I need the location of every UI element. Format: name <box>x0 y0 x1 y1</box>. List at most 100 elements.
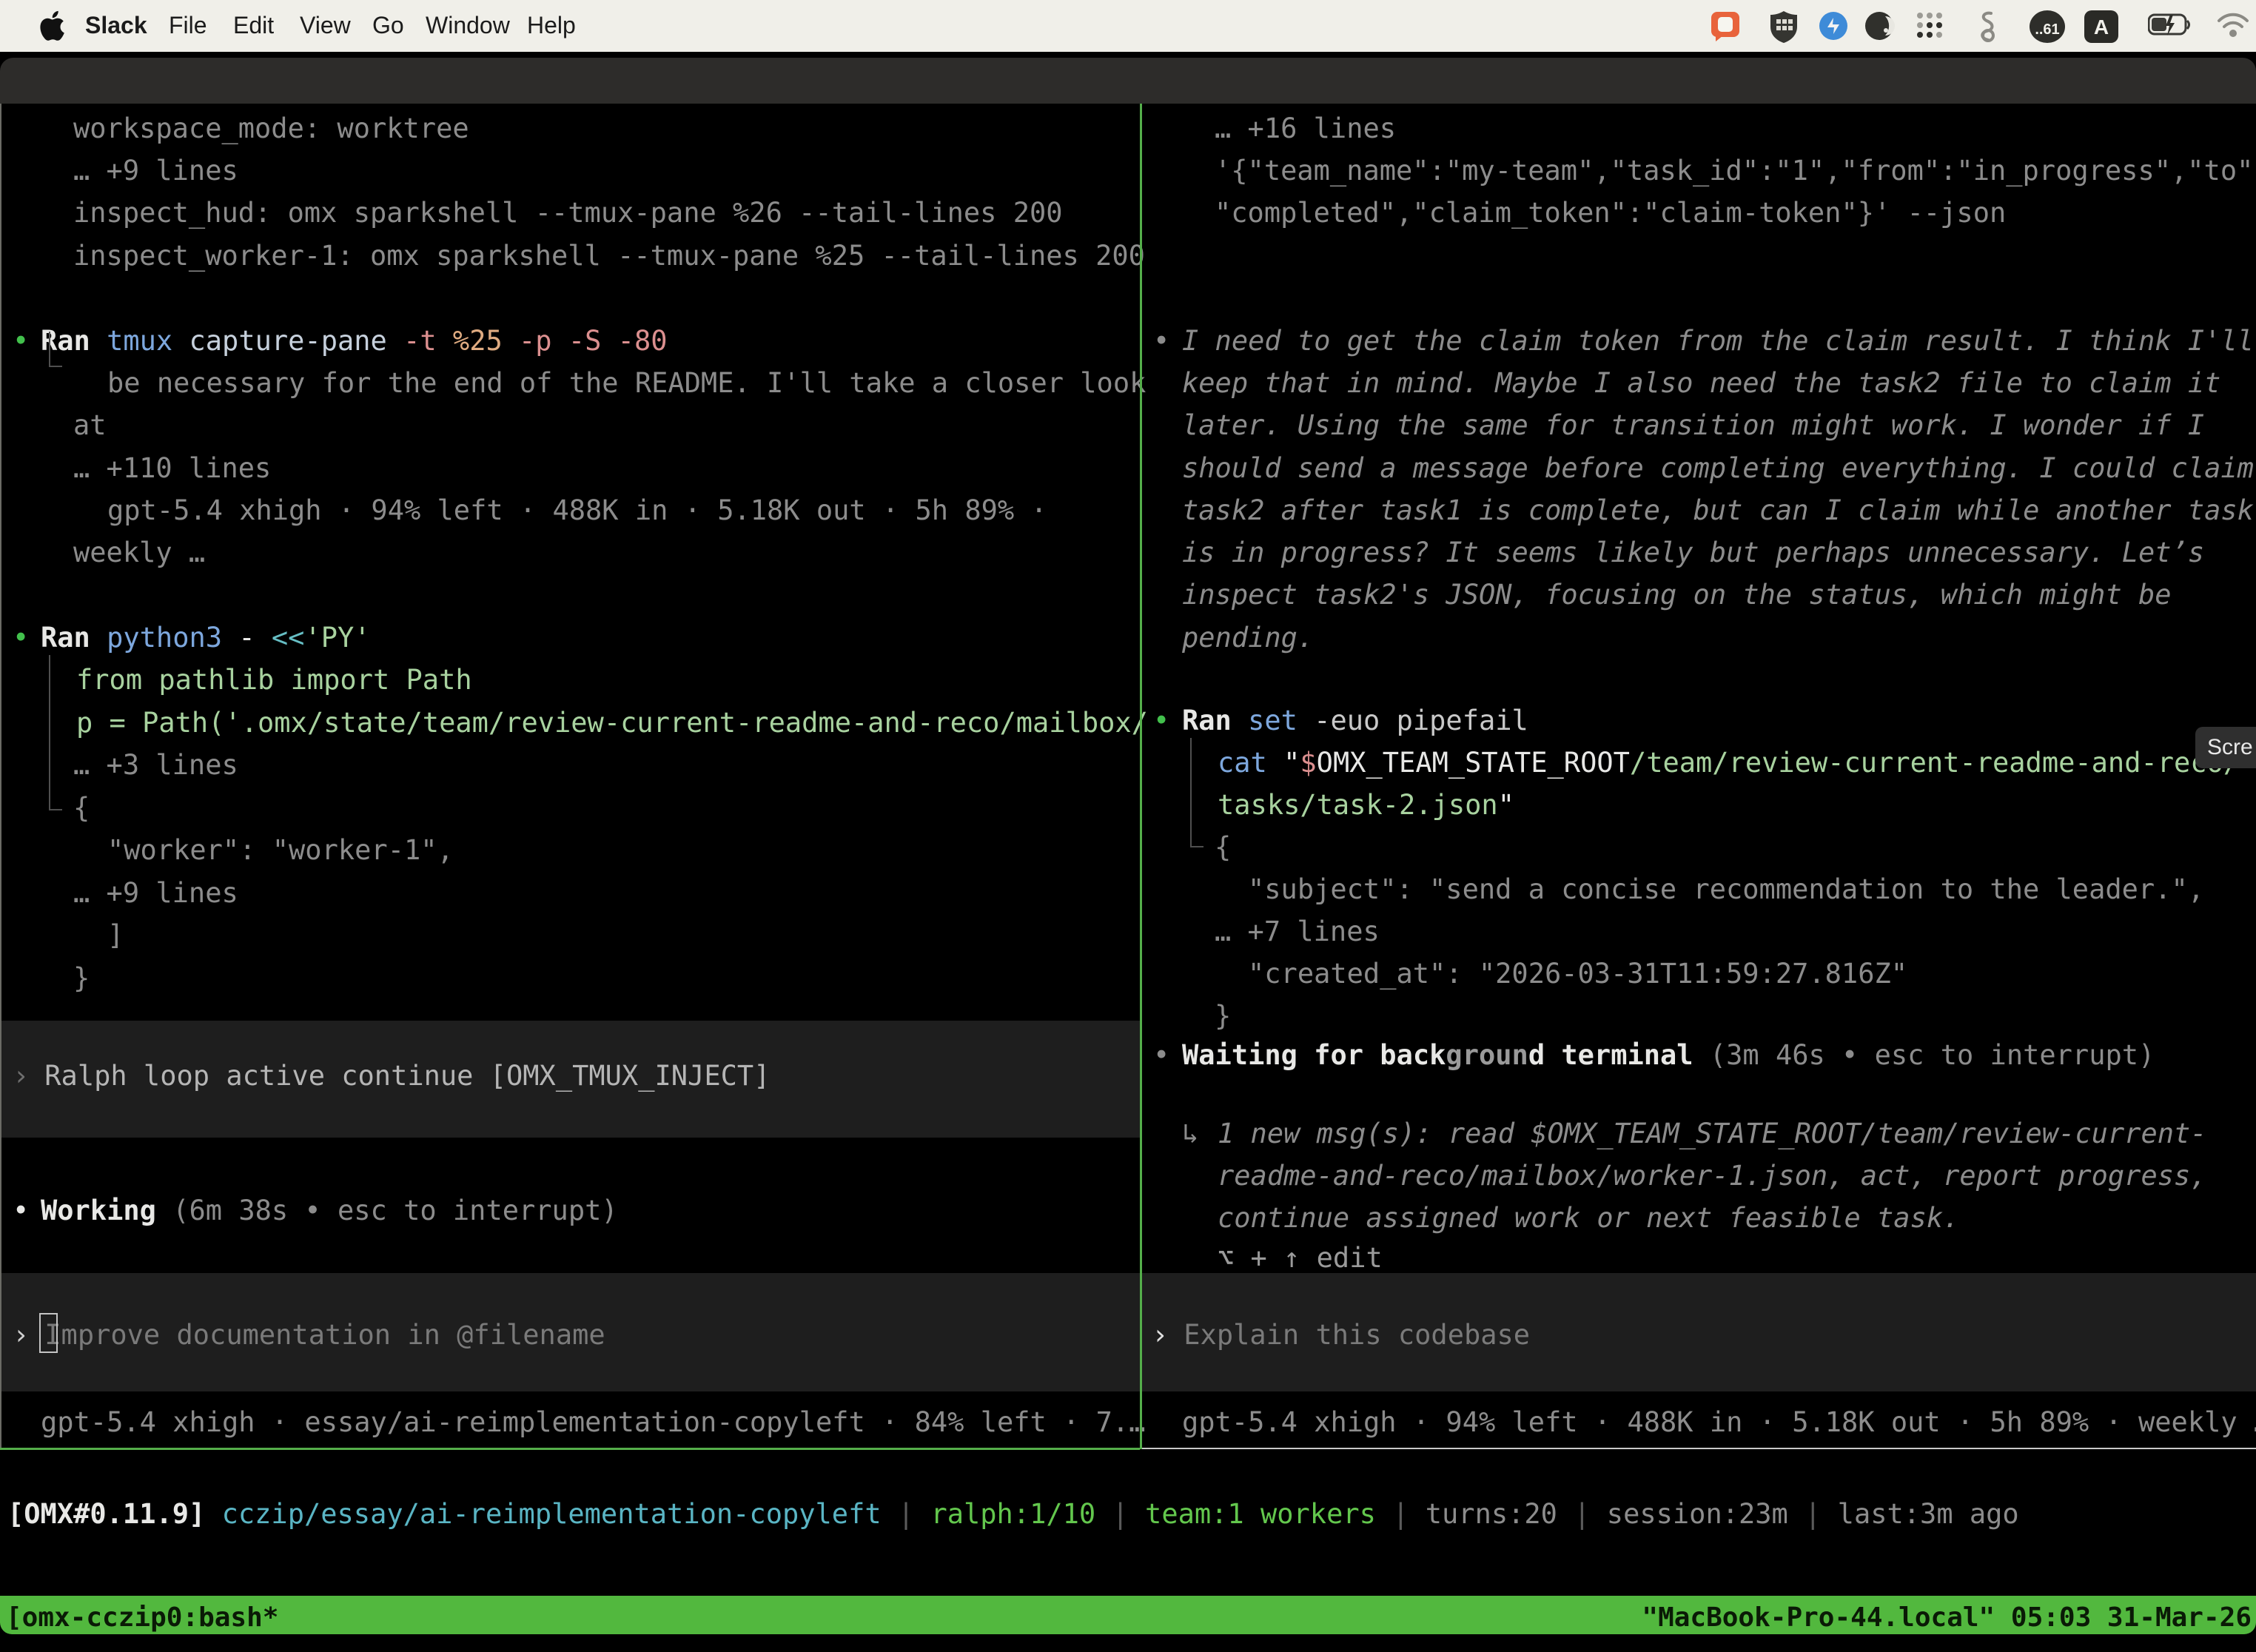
separator: | <box>882 1498 931 1530</box>
thinking-line: keep that in mind. Maybe I also need the… <box>1182 366 2220 401</box>
python-output-line: … +9 lines <box>73 876 238 911</box>
screen-recording-icon[interactable] <box>1710 10 1741 44</box>
working-status-text: Working (6m 38s • esc to interrupt) <box>41 1193 618 1229</box>
python-code-line: p = Path('.omx/state/team/review-current… <box>76 705 1148 741</box>
quote: " <box>1267 747 1300 779</box>
prompt-chevron-icon: › <box>1152 1319 1168 1351</box>
menu-edit[interactable]: Edit <box>233 12 274 39</box>
return-arrow-icon: ↳ <box>1182 1116 1198 1152</box>
shield-icon[interactable] <box>1769 10 1799 46</box>
window-left-edge <box>0 104 1 1448</box>
working-label: Working <box>41 1195 156 1226</box>
right-input-band[interactable]: › Explain this codebase <box>1142 1273 2256 1391</box>
edit-hint: ⌥ + ↑ edit <box>1218 1240 1383 1276</box>
heredoc-tag: 'PY' <box>304 622 370 654</box>
left-input-band[interactable]: › Improve documentation in @filename <box>1 1273 1140 1391</box>
ran-tmux-command: • <box>13 323 29 359</box>
waiting-timer: (3m 46s • esc to interrupt) <box>1693 1039 2155 1071</box>
prompt-chevron-icon: › <box>13 1319 29 1351</box>
python-output-line: { <box>73 790 90 826</box>
battery-icon[interactable] <box>2148 13 2192 40</box>
left-scrollback-line: inspect_worker-1: omx sparkshell --tmux-… <box>73 238 1145 274</box>
cmd-args: -euo pipefail <box>1297 705 1528 736</box>
omx-version: [OMX#0.11.9] <box>7 1498 205 1530</box>
menu-help[interactable]: Help <box>527 12 576 39</box>
ran-python-command: • <box>13 620 29 656</box>
path-segment: /team/review-current-readme-and-reco/ <box>1630 747 2240 779</box>
wifi-icon[interactable] <box>2216 12 2250 41</box>
working-status: • <box>13 1193 29 1229</box>
menu-app-slack[interactable]: Slack <box>85 12 147 39</box>
apple-logo-icon[interactable] <box>38 10 65 44</box>
bullet-icon: • <box>13 325 29 357</box>
squiggle-icon[interactable] <box>1973 10 2000 46</box>
thinking-line: task2 after task1 is complete, but can I… <box>1182 493 2254 528</box>
pane-divider[interactable] <box>1140 104 1142 1449</box>
cat-command-line2: tasks/task-2.json" <box>1218 788 1514 823</box>
menu-window[interactable]: Window <box>426 12 510 39</box>
ran-python-command-text: Ran python3 - <<'PY' <box>41 620 371 656</box>
tmux-output-line: … +110 lines <box>73 451 271 486</box>
ran-set-command-text: Ran set -euo pipefail <box>1182 703 1528 739</box>
right-pane-status: gpt-5.4 xhigh · 94% left · 488K in · 5.1… <box>1182 1405 2256 1440</box>
python-output-line: ] <box>107 918 124 953</box>
input-source-label: A <box>2094 16 2109 38</box>
left-pane-status: gpt-5.4 xhigh · essay/ai-reimplementatio… <box>41 1405 1145 1440</box>
thinking-line: inspect task2's JSON, focusing on the st… <box>1182 577 2172 613</box>
bullet-icon: • <box>1153 1038 1169 1073</box>
thinking-line: should send a message before completing … <box>1182 451 2254 486</box>
cat-output-line: "created_at": "2026-03-31T11:59:27.816Z" <box>1248 956 1907 992</box>
cmd-pane-id: %25 <box>437 325 503 357</box>
blue-badge-icon[interactable] <box>1818 10 1849 44</box>
input-source-icon[interactable]: A <box>2084 10 2118 43</box>
menu-view[interactable]: View <box>300 12 351 39</box>
mailbox-line: 1 new msg(s): read $OMX_TEAM_STATE_ROOT/… <box>1218 1116 2207 1152</box>
right-input-placeholder[interactable]: Explain this codebase <box>1184 1319 1530 1351</box>
cat-output-line: "subject": "send a concise recommendatio… <box>1248 872 2204 907</box>
inactive-pane-border <box>1142 1448 2256 1449</box>
separator: | <box>1095 1498 1145 1530</box>
window-title-bar: omx --xhigh --madmax ⌥⌘1 <box>0 58 2256 104</box>
dollar-sign: $ <box>1300 747 1316 779</box>
tmux-session-name[interactable]: [omx-cczip0:bash* <box>6 1600 278 1636</box>
bullet-icon: • <box>13 1195 29 1226</box>
tmux-output-line: at <box>73 408 107 443</box>
battery-badge-label: ..61 <box>2035 21 2059 38</box>
thinking-line: later. Using the same for transition mig… <box>1182 408 2204 443</box>
ran-label: Ran <box>41 622 90 654</box>
right-scrollback-line: … +16 lines <box>1215 111 1396 147</box>
cmd-flag: -t <box>387 325 437 357</box>
cat-output-line: } <box>1215 998 1231 1034</box>
separator: | <box>1557 1498 1607 1530</box>
thinking-line: I need to get the claim token from the c… <box>1182 323 2254 359</box>
crescent-icon[interactable] <box>1864 10 1895 44</box>
mailbox-line: continue assigned work or next feasible … <box>1218 1201 1959 1236</box>
menu-file[interactable]: File <box>169 12 207 39</box>
active-pane-border <box>0 1448 1140 1450</box>
omx-status-line: [OMX#0.11.9] cczip/essay/ai-reimplementa… <box>7 1497 2019 1532</box>
quote: " <box>1498 789 1514 821</box>
omx-repo: cczip/essay/ai-reimplementation-copyleft <box>205 1498 881 1530</box>
ralph-loop-text: Ralph loop active continue [OMX_TMUX_INJ… <box>44 1060 770 1092</box>
cmd-python3: python3 <box>90 622 222 654</box>
tmux-host-clock: "MacBook-Pro-44.local" 05:03 31-Mar-26 <box>1642 1600 2252 1636</box>
waiting-label-shimmer: groun <box>1446 1039 1528 1071</box>
menu-go[interactable]: Go <box>372 12 404 39</box>
tmux-status-bar: [omx-cczip0:bash* "MacBook-Pro-44.local"… <box>0 1596 2256 1634</box>
left-input-placeholder[interactable]: Improve documentation in @filename <box>44 1319 605 1351</box>
ran-set-command: • <box>1153 703 1169 739</box>
menu-bar: Slack File Edit View Go Window Help ..61… <box>0 0 2256 52</box>
dots-grid-icon[interactable] <box>1914 10 1945 44</box>
text-cursor <box>39 1313 58 1353</box>
output-corner-guide <box>49 332 62 367</box>
python-code-line: from pathlib import Path <box>76 662 472 698</box>
terminal-content: workspace_mode: worktree … +9 lines insp… <box>0 104 2256 1634</box>
cmd-flags: -p -S -80 <box>503 325 668 357</box>
bullet-icon: • <box>1153 323 1169 359</box>
battery-badge-icon[interactable]: ..61 <box>2030 10 2065 43</box>
path-segment: tasks/task-2.json <box>1218 789 1498 821</box>
omx-ralph-counter: ralph:1/10 <box>930 1498 1095 1530</box>
thinking-line: is in progress? It seems likely but perh… <box>1182 535 2204 571</box>
python-block-guide <box>49 655 62 810</box>
tmux-output-line: be necessary for the end of the README. … <box>107 366 1146 401</box>
